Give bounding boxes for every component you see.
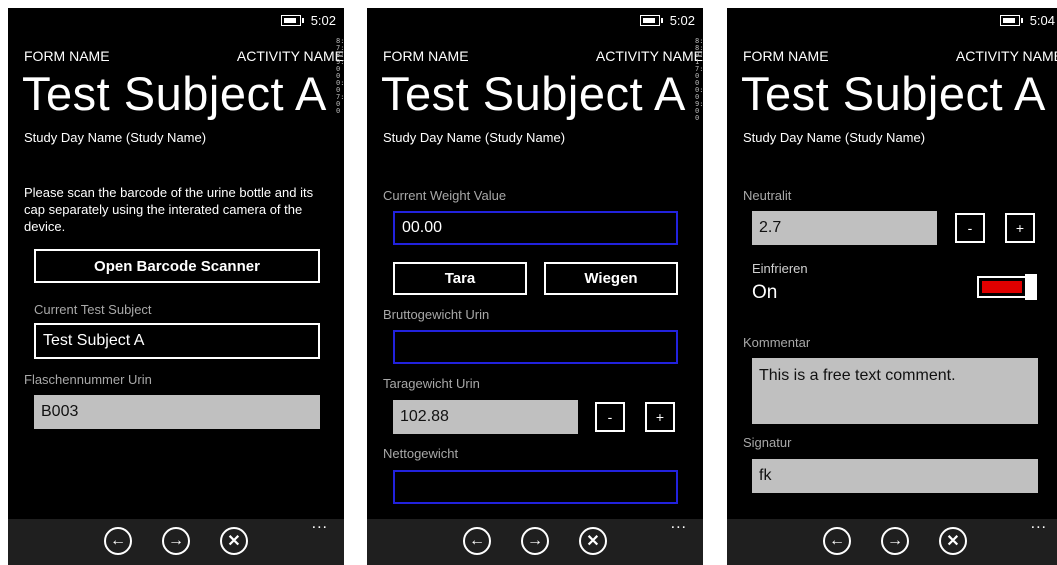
status-bar: 5:02 — [639, 8, 703, 32]
wiegen-button[interactable]: Wiegen — [544, 262, 678, 295]
bottle-number-label: Flaschennummer Urin — [24, 372, 152, 387]
tare-decrement-button[interactable]: - — [595, 402, 625, 432]
back-button[interactable]: ← — [823, 527, 851, 555]
status-time: 5:02 — [669, 12, 695, 28]
neutral-field[interactable]: 2.7 — [752, 211, 937, 245]
open-barcode-scanner-button[interactable]: Open Barcode Scanner — [34, 249, 320, 283]
toggle-fill — [982, 281, 1022, 293]
phone-screen-barcode: 5:02 FORM NAME ACTIVITY NAME 8:7:8:9:000… — [8, 8, 344, 565]
more-options-icon[interactable]: ... — [312, 515, 328, 533]
net-weight-field[interactable] — [393, 470, 678, 504]
cancel-button[interactable]: ✕ — [939, 527, 967, 555]
activity-name: ACTIVITY NAME — [955, 48, 1057, 64]
page-title: Test Subject A — [381, 67, 686, 120]
current-subject-field[interactable]: Test Subject A — [34, 323, 320, 359]
forward-button[interactable]: → — [162, 527, 190, 555]
phone-screen-weighing: 5:02 FORM NAME ACTIVITY NAME 8:8:9:17:00… — [367, 8, 703, 565]
form-name: FORM NAME — [24, 48, 110, 64]
instruction-text: Please scan the barcode of the urine bot… — [24, 185, 314, 234]
more-options-icon[interactable]: ... — [671, 515, 687, 533]
neutral-label: Neutralit — [743, 188, 792, 203]
close-icon: ✕ — [227, 533, 241, 550]
activity-name: ACTIVITY NAME — [236, 48, 344, 64]
tare-weight-field[interactable]: 102.88 — [393, 400, 578, 434]
back-button[interactable]: ← — [463, 527, 491, 555]
battery-icon — [999, 14, 1023, 26]
gross-weight-label: Bruttogewicht Urin — [383, 307, 490, 322]
net-weight-label: Nettogewicht — [383, 446, 459, 461]
app-bar: ← → ✕ ... — [8, 515, 344, 565]
study-subtitle: Study Day Name (Study Name) — [24, 130, 207, 145]
tare-weight-label: Taragewicht Urin — [383, 376, 480, 391]
comment-label: Kommentar — [743, 335, 811, 350]
signature-label: Signatur — [743, 435, 792, 450]
neutral-increment-button[interactable]: + — [1005, 213, 1035, 243]
status-time: 5:04 — [1029, 12, 1055, 28]
study-subtitle: Study Day Name (Study Name) — [383, 130, 566, 145]
app-bar: ← → ✕ ... — [367, 515, 703, 565]
app-bar: ← → ✕ ... — [727, 515, 1057, 565]
status-bar: 5:04 — [999, 8, 1057, 32]
side-strip: 8:8:9:17:000:09:00 — [695, 37, 703, 122]
phone-screen-details: 5:04 FORM NAME ACTIVITY NAME Test Subjec… — [727, 8, 1057, 565]
close-icon: ✕ — [586, 533, 600, 550]
current-weight-label: Current Weight Value — [383, 188, 507, 203]
page-title: Test Subject A — [741, 67, 1046, 120]
current-weight-field[interactable]: 00.00 — [393, 211, 678, 245]
activity-name: ACTIVITY NAME — [595, 48, 703, 64]
cancel-button[interactable]: ✕ — [220, 527, 248, 555]
freeze-value: On — [752, 282, 778, 303]
freeze-label: Einfrieren — [752, 261, 808, 276]
cancel-button[interactable]: ✕ — [579, 527, 607, 555]
tara-button[interactable]: Tara — [393, 262, 527, 295]
current-subject-label: Current Test Subject — [34, 302, 152, 317]
freeze-toggle[interactable] — [977, 274, 1037, 300]
side-strip: 8:7:8:9:000:07:00 — [336, 37, 344, 115]
tare-increment-button[interactable]: + — [645, 402, 675, 432]
neutral-decrement-button[interactable]: - — [955, 213, 985, 243]
study-subtitle: Study Day Name (Study Name) — [743, 130, 926, 145]
status-bar: 5:02 — [280, 8, 344, 32]
bottle-number-field[interactable]: B003 — [34, 395, 320, 429]
more-options-icon[interactable]: ... — [1031, 515, 1047, 533]
forward-button[interactable]: → — [881, 527, 909, 555]
close-icon: ✕ — [946, 533, 960, 550]
form-name: FORM NAME — [743, 48, 829, 64]
toggle-knob — [1025, 274, 1037, 300]
arrow-left-icon: ← — [110, 532, 126, 549]
battery-icon — [639, 14, 663, 26]
battery-icon — [280, 14, 304, 26]
arrow-right-icon: → — [527, 532, 543, 549]
status-time: 5:02 — [310, 12, 336, 28]
forward-button[interactable]: → — [521, 527, 549, 555]
page-title: Test Subject A — [22, 67, 327, 120]
gross-weight-field[interactable] — [393, 330, 678, 364]
arrow-left-icon: ← — [469, 532, 485, 549]
signature-field[interactable]: fk — [752, 459, 1038, 493]
arrow-right-icon: → — [168, 532, 184, 549]
form-name: FORM NAME — [383, 48, 469, 64]
arrow-left-icon: ← — [829, 532, 845, 549]
arrow-right-icon: → — [887, 532, 903, 549]
comment-field[interactable]: This is a free text comment. — [752, 358, 1038, 424]
back-button[interactable]: ← — [104, 527, 132, 555]
